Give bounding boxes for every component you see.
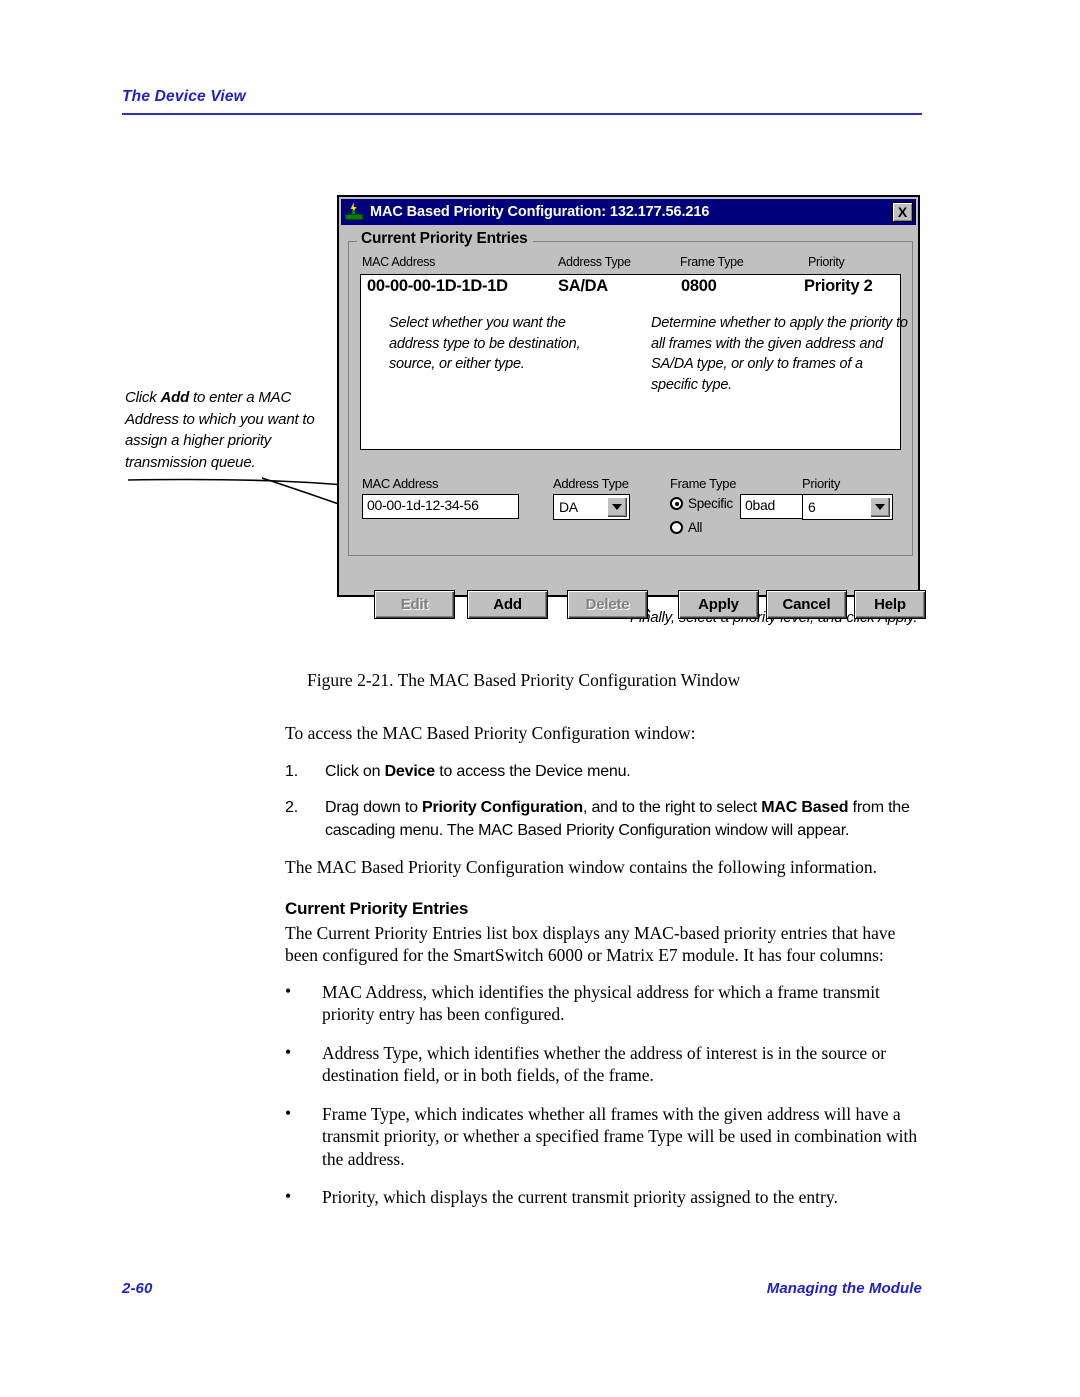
cell-frame-type: 0800 bbox=[681, 277, 717, 295]
add-button[interactable]: Add bbox=[467, 590, 548, 619]
contains-paragraph: The MAC Based Priority Configuration win… bbox=[285, 857, 878, 877]
footer-page-number: 2-60 bbox=[122, 1280, 153, 1297]
callout-add-bold: Add bbox=[160, 389, 190, 406]
address-type-select[interactable]: DA bbox=[553, 494, 630, 520]
frame-type-specific-label: Specific bbox=[688, 496, 733, 511]
column-header-address-type: Address Type bbox=[558, 255, 631, 269]
column-header-priority: Priority bbox=[808, 255, 845, 269]
radio-selected-icon bbox=[670, 497, 683, 510]
mac-priority-dialog: MAC Based Priority Configuration: 132.17… bbox=[337, 195, 926, 619]
mac-address-input[interactable]: 00-00-1d-12-34-56 bbox=[362, 494, 519, 519]
column-header-frame-type: Frame Type bbox=[680, 255, 744, 269]
callout-frame-type: Determine whether to apply the priority … bbox=[651, 315, 908, 393]
close-icon[interactable]: X bbox=[892, 202, 913, 222]
label-frame-type: Frame Type bbox=[670, 476, 737, 491]
step-1-post: to access the Device menu. bbox=[434, 762, 631, 780]
chevron-down-icon[interactable] bbox=[870, 497, 890, 517]
priority-value: 6 bbox=[808, 499, 816, 515]
list-item: • Address Type, which identifies whether … bbox=[285, 1042, 925, 1087]
priority-select[interactable]: 6 bbox=[802, 494, 893, 520]
dialog-title: MAC Based Priority Configuration: 132.17… bbox=[370, 204, 710, 220]
step-2: 2. Drag down to Priority Configuration, a… bbox=[285, 797, 925, 842]
step-2-bold: Priority Configuration bbox=[422, 799, 583, 816]
intro-paragraph: To access the MAC Based Priority Configu… bbox=[285, 723, 696, 743]
step-2-pre: Drag down to bbox=[325, 799, 423, 816]
step-2-mid: , and to the right to select bbox=[582, 799, 762, 816]
frame-type-input[interactable]: 0bad bbox=[740, 494, 810, 519]
group-title: Current Priority Entries bbox=[357, 230, 533, 248]
frame-type-all-radio[interactable]: All bbox=[670, 520, 702, 535]
step-1: 1. Click on Device to access the Device m… bbox=[285, 761, 925, 784]
body-content: To access the MAC Based Priority Configu… bbox=[285, 722, 925, 1225]
footer-section-title: Managing the Module bbox=[766, 1280, 922, 1297]
page-running-header: The Device View bbox=[122, 88, 922, 115]
bullet-icon: • bbox=[285, 980, 292, 1001]
step-1-number: 1. bbox=[285, 762, 298, 780]
step-1-bold: Device bbox=[384, 762, 436, 780]
callout-add-pre: Click bbox=[125, 389, 161, 406]
edit-button[interactable]: Edit bbox=[374, 590, 455, 619]
help-button[interactable]: Help bbox=[854, 590, 926, 619]
cancel-button[interactable]: Cancel bbox=[766, 590, 847, 619]
cell-address-type: SA/DA bbox=[558, 277, 608, 295]
header-rule bbox=[122, 113, 922, 115]
bullet-text: MAC Address, which identifies the physic… bbox=[322, 981, 880, 1025]
label-address-type: Address Type bbox=[553, 476, 629, 491]
list-item[interactable]: 00-00-00-1D-1D-1D SA/DA 0800 Priority 2 bbox=[361, 275, 900, 301]
label-priority: Priority bbox=[802, 476, 841, 491]
bullet-text: Frame Type, which indicates whether all … bbox=[322, 1103, 918, 1169]
address-type-value: DA bbox=[559, 499, 578, 515]
bullet-icon: • bbox=[285, 1041, 292, 1062]
bullet-icon: • bbox=[285, 1102, 292, 1123]
column-bullet-list: • MAC Address, which identifies the physi… bbox=[285, 981, 925, 1209]
frame-type-specific-radio[interactable]: Specific bbox=[670, 496, 733, 511]
page-footer: 2-60 Managing the Module bbox=[122, 1280, 922, 1297]
delete-button[interactable]: Delete bbox=[567, 590, 648, 619]
subsection-heading: Current Priority Entries bbox=[285, 898, 469, 918]
dialog-button-row: Edit Add Delete Apply Cancel Help bbox=[362, 590, 926, 620]
figure-caption: Figure 2-21. The MAC Based Priority Conf… bbox=[307, 670, 741, 690]
column-header-mac-address: MAC Address bbox=[362, 255, 436, 269]
step-2-number: 2. bbox=[285, 799, 298, 816]
running-header-title: The Device View bbox=[122, 88, 246, 105]
frame-type-all-label: All bbox=[688, 520, 703, 535]
callout-add-instruction: Click Add to enter a MAC Address to whic… bbox=[125, 387, 330, 473]
step-2-bold-2: MAC Based bbox=[761, 799, 849, 816]
label-mac-address: MAC Address bbox=[362, 476, 439, 491]
callout-address-type: Select whether you want the address type… bbox=[389, 315, 581, 372]
current-priority-entries-listbox[interactable]: 00-00-00-1D-1D-1D SA/DA 0800 Priority 2 … bbox=[360, 274, 908, 450]
device-bolt-icon bbox=[344, 202, 364, 222]
cell-priority: Priority 2 bbox=[804, 277, 873, 295]
list-item: • MAC Address, which identifies the physi… bbox=[285, 981, 925, 1026]
list-item: • Priority, which displays the current tr… bbox=[285, 1186, 925, 1209]
list-column-headers: MAC Address Address Type Frame Type Prio… bbox=[362, 255, 902, 273]
dialog-titlebar[interactable]: MAC Based Priority Configuration: 132.17… bbox=[341, 199, 916, 225]
list-item: • Frame Type, which indicates whether all… bbox=[285, 1103, 925, 1171]
figure-illustration: Click Add to enter a MAC Address to whic… bbox=[0, 160, 1080, 690]
radio-unselected-icon bbox=[670, 521, 683, 534]
bullet-text: Priority, which displays the current tra… bbox=[322, 1187, 838, 1207]
subsection-paragraph: The Current Priority Entries list box di… bbox=[285, 922, 896, 966]
chevron-down-icon[interactable] bbox=[607, 497, 627, 517]
current-priority-entries-group: Current Priority Entries MAC Address Add… bbox=[348, 230, 926, 619]
step-1-pre: Click on bbox=[325, 762, 385, 780]
apply-button[interactable]: Apply bbox=[678, 590, 759, 619]
steps-list: 1. Click on Device to access the Device m… bbox=[285, 761, 925, 843]
bullet-icon: • bbox=[285, 1186, 292, 1206]
bullet-text: Address Type, which identifies whether t… bbox=[322, 1042, 887, 1086]
cell-mac-address: 00-00-00-1D-1D-1D bbox=[367, 277, 508, 295]
